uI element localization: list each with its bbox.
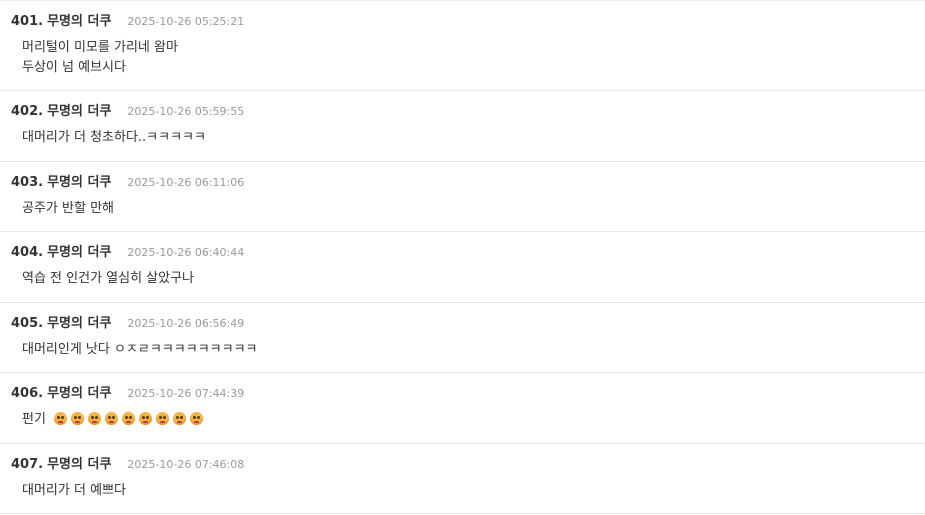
comment-author[interactable]: 무명의 더쿠 (47, 312, 111, 331)
comment-date: 2025-10-26 07:46:08 (127, 457, 245, 471)
comment-header: 402. 무명의 더쿠 2025-10-26 05:59:55 (11, 100, 925, 122)
comment-item: 403. 무명의 더쿠 2025-10-26 06:11:06 공주가 반할 만… (0, 162, 925, 232)
comment-header: 404. 무명의 더쿠 2025-10-26 06:40:44 (11, 241, 925, 263)
comment-header: 406. 무명의 더쿠 2025-10-26 07:44:39 (11, 382, 925, 404)
comment-text-line: 공주가 반할 만해 (22, 200, 114, 216)
comment-item: 407. 무명의 더쿠 2025-10-26 07:46:08 대머리가 더 예… (0, 444, 925, 514)
crying-face-icon (105, 412, 119, 425)
comment-author[interactable]: 무명의 더쿠 (47, 100, 111, 119)
comment-item: 406. 무명의 더쿠 2025-10-26 07:44:39 펀기 (0, 373, 925, 444)
crying-face-icon (156, 412, 170, 425)
comment-body: 공주가 반할 만해 (11, 199, 925, 219)
comment-date: 2025-10-26 06:56:49 (127, 316, 245, 330)
crying-face-icon (122, 412, 136, 425)
comment-date: 2025-10-26 07:44:39 (127, 387, 245, 400)
comment-item: 404. 무명의 더쿠 2025-10-26 06:40:44 역습 전 인건가… (0, 232, 925, 303)
comment-item: 402. 무명의 더쿠 2025-10-26 05:59:55 대머리가 더 청… (0, 91, 925, 162)
comment-item: 401. 무명의 더쿠 2025-10-26 05:25:21 머리털이 미모를… (0, 1, 925, 91)
comment-text-line: 펀기 (22, 412, 46, 427)
crying-face-icon (88, 412, 102, 425)
crying-face-icon (173, 412, 187, 425)
comment-number: 402. (11, 104, 44, 119)
comment-number: 403. (11, 174, 44, 190)
comment-number: 405. (11, 315, 44, 331)
comment-text-line: 두상이 넘 예브시다 (22, 60, 126, 75)
crying-face-icon (54, 412, 68, 425)
comment-author[interactable]: 무명의 더쿠 (47, 241, 111, 260)
comment-date: 2025-10-26 05:59:55 (127, 105, 245, 118)
comment-date: 2025-10-26 06:11:06 (127, 175, 245, 189)
comment-item: 405. 무명의 더쿠 2025-10-26 06:56:49 대머리인게 낫다… (0, 303, 925, 373)
comment-number: 401. (11, 14, 44, 29)
comment-author[interactable]: 무명의 더쿠 (47, 10, 111, 29)
crying-face-icon (139, 412, 153, 425)
comment-list: 401. 무명의 더쿠 2025-10-26 05:25:21 머리털이 미모를… (0, 0, 925, 515)
comment-body: 머리털이 미모를 가리네 왐마 두상이 넘 예브시다 (11, 38, 925, 78)
comment-author[interactable]: 무명의 더쿠 (47, 171, 111, 190)
comment-text-line: 대머리가 더 청초하다..ㅋㅋㅋㅋㅋ (22, 130, 206, 145)
emoji-row (50, 412, 204, 427)
comment-body: 역습 전 인건가 열심히 살았구나 (11, 269, 925, 289)
comment-header: 401. 무명의 더쿠 2025-10-26 05:25:21 (11, 10, 925, 32)
comment-author[interactable]: 무명의 더쿠 (47, 382, 111, 401)
comment-header: 405. 무명의 더쿠 2025-10-26 06:56:49 (11, 312, 925, 334)
comment-text-line: 대머리인게 낫다 ㅇㅈㄹㅋㅋㅋㅋㅋㅋㅋㅋㅋ (22, 341, 258, 357)
comment-author[interactable]: 무명의 더쿠 (47, 453, 111, 472)
comment-body: 대머리인게 낫다 ㅇㅈㄹㅋㅋㅋㅋㅋㅋㅋㅋㅋ (11, 340, 925, 360)
comment-text-line: 대머리가 더 예쁘다 (22, 482, 126, 498)
comment-body: 대머리가 더 예쁘다 (11, 481, 925, 501)
crying-face-icon (190, 412, 204, 425)
comment-number: 407. (11, 456, 44, 472)
comment-date: 2025-10-26 05:25:21 (127, 15, 245, 28)
comment-body: 대머리가 더 청초하다..ㅋㅋㅋㅋㅋ (11, 128, 925, 148)
comment-text-line: 역습 전 인건가 열심히 살았구나 (22, 271, 195, 286)
crying-face-icon (71, 412, 85, 425)
comment-header: 403. 무명의 더쿠 2025-10-26 06:11:06 (11, 171, 925, 193)
comment-date: 2025-10-26 06:40:44 (127, 246, 245, 259)
comment-text-line: 머리털이 미모를 가리네 왐마 (22, 40, 178, 55)
comment-header: 407. 무명의 더쿠 2025-10-26 07:46:08 (11, 453, 925, 475)
comment-number: 404. (11, 245, 44, 260)
comment-number: 406. (11, 386, 44, 401)
comment-body: 펀기 (11, 410, 925, 430)
